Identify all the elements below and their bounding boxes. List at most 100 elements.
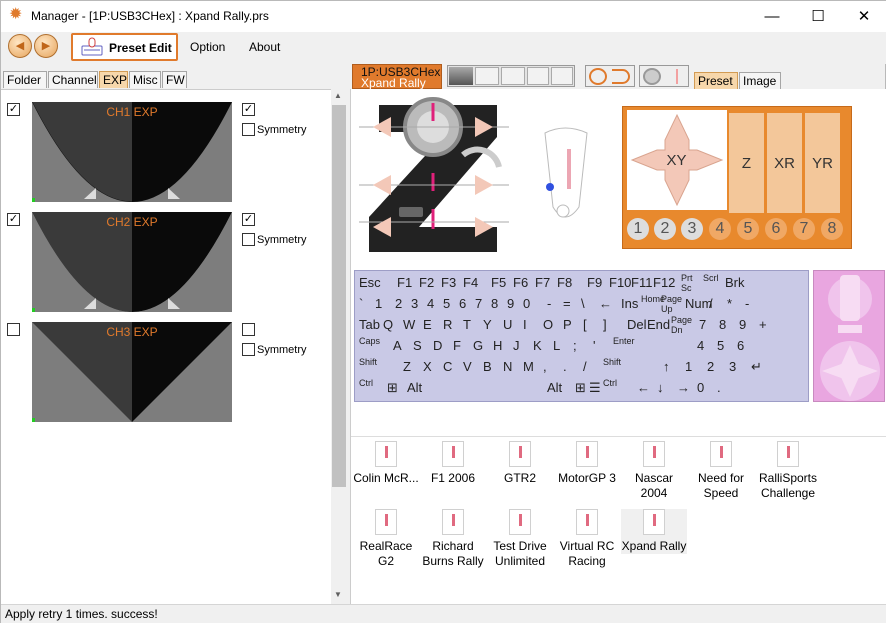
ch1-symmetry-checkbox[interactable] — [242, 123, 255, 136]
key-row5-16[interactable]: ↵ — [749, 357, 771, 377]
key-row3-4[interactable]: R — [441, 315, 461, 335]
ch2-exp-curve[interactable]: CH2 EXP — [32, 212, 232, 312]
key-row5-8[interactable]: , — [541, 357, 561, 377]
key-row6-6[interactable]: Ctrl — [601, 378, 635, 398]
key-row3-18[interactable]: 9 — [737, 315, 757, 335]
ch1-enable-checkbox[interactable]: ✓ — [7, 103, 20, 116]
key-row6-2[interactable]: Alt — [405, 378, 545, 398]
key-row4-10[interactable]: ; — [571, 336, 591, 356]
steering-wheel-graphic[interactable] — [359, 97, 509, 252]
game-preset-item[interactable]: Virtual RC Racing — [554, 509, 620, 569]
key-row6-4[interactable]: ⊞ — [573, 378, 587, 398]
key-row1-6[interactable]: F6 — [511, 273, 533, 293]
game-preset-item[interactable]: GTR2 — [487, 441, 553, 486]
key-row5-7[interactable]: M — [521, 357, 541, 377]
key-row2-2[interactable]: 2 — [393, 294, 409, 314]
redo-icon[interactable] — [612, 69, 630, 84]
yr-axis-slider[interactable]: YR — [805, 113, 840, 213]
ch3-link-checkbox[interactable] — [242, 323, 255, 336]
tab-fw[interactable]: FW — [162, 71, 187, 88]
key-row6-0[interactable]: Ctrl — [357, 378, 385, 398]
key-row4-5[interactable]: G — [471, 336, 491, 356]
key-row3-12[interactable]: ] — [601, 315, 625, 335]
xr-axis-slider[interactable]: XR — [767, 113, 802, 213]
gamepad-map[interactable] — [813, 270, 885, 402]
key-row6-10[interactable]: 0 — [695, 378, 715, 398]
cascade-view-icon[interactable] — [551, 67, 573, 85]
ch1-link-checkbox[interactable]: ✓ — [242, 103, 255, 116]
tab-misc[interactable]: Misc — [129, 71, 161, 88]
key-row3-11[interactable]: [ — [581, 315, 601, 335]
button-7[interactable]: 7 — [793, 218, 815, 240]
key-row3-1[interactable]: Q — [381, 315, 401, 335]
xy-axis-pad[interactable]: XY — [627, 110, 727, 210]
key-row2-15[interactable]: Ins — [619, 294, 639, 314]
key-row1-12[interactable]: F12 — [651, 273, 679, 293]
key-row4-14[interactable]: 5 — [715, 336, 735, 356]
key-row5-4[interactable]: V — [461, 357, 481, 377]
game-preset-item[interactable]: RealRace G2 — [353, 509, 419, 569]
check-view-icon[interactable] — [501, 67, 525, 85]
key-row2-16[interactable]: Home — [639, 294, 665, 314]
key-row6-1[interactable]: ⊞ — [385, 378, 405, 398]
key-row1-9[interactable]: F9 — [585, 273, 607, 293]
key-row2-20[interactable]: * — [725, 294, 743, 314]
key-row4-13[interactable]: 4 — [695, 336, 715, 356]
window-view-icon[interactable] — [527, 67, 549, 85]
key-row4-4[interactable]: F — [451, 336, 471, 356]
key-row5-14[interactable]: 2 — [705, 357, 727, 377]
key-row5-11[interactable]: Shift — [601, 357, 661, 377]
game-preset-item[interactable]: Richard Burns Rally — [420, 509, 486, 569]
key-row2-13[interactable]: \ — [579, 294, 597, 314]
tab-channel[interactable]: Channel — [48, 71, 98, 88]
key-row2-9[interactable]: 9 — [505, 294, 521, 314]
key-row5-13[interactable]: 1 — [683, 357, 705, 377]
key-row1-7[interactable]: F7 — [533, 273, 555, 293]
button-8[interactable]: 8 — [821, 218, 843, 240]
keyboard-map[interactable]: Esc F1 F2 F3 F4 F5 F6 F7 F8 F9 F10 F11 F12 Prt Sc Scrl… — [354, 270, 809, 402]
key-row4-0[interactable]: Caps — [357, 336, 391, 356]
key-row2-1[interactable]: 1 — [373, 294, 393, 314]
key-row5-2[interactable]: X — [421, 357, 441, 377]
key-row3-7[interactable]: U — [501, 315, 521, 335]
key-row5-15[interactable]: 3 — [727, 357, 749, 377]
tab-exp[interactable]: EXP — [99, 71, 128, 88]
key-row3-8[interactable]: I — [521, 315, 541, 335]
key-row1-2[interactable]: F2 — [417, 273, 439, 293]
key-row1-15[interactable]: Brk — [723, 273, 745, 293]
key-row6-5[interactable]: ☰ — [587, 378, 601, 398]
key-row2-11[interactable]: - — [545, 294, 561, 314]
key-row5-10[interactable]: / — [581, 357, 601, 377]
key-row2-21[interactable]: - — [743, 294, 761, 314]
key-row2-10[interactable]: 0 — [521, 294, 545, 314]
remote-controller-graphic[interactable] — [541, 127, 591, 227]
key-row2-8[interactable]: 8 — [489, 294, 505, 314]
key-row3-15[interactable]: Page Dn — [669, 315, 697, 335]
scroll-thumb[interactable] — [332, 105, 346, 487]
device-tab[interactable]: 1P:USB3CHex Xpand Rally — [352, 64, 442, 89]
menu-about[interactable]: About — [249, 40, 280, 54]
maximize-button[interactable]: ☐ — [795, 1, 841, 32]
preset-edit-button[interactable]: Preset Edit — [71, 33, 178, 61]
doc-view-icon[interactable] — [475, 67, 499, 85]
ch2-symmetry-checkbox[interactable] — [242, 233, 255, 246]
button-5[interactable]: 5 — [737, 218, 759, 240]
key-row2-18[interactable]: Num — [683, 294, 712, 314]
game-preset-item[interactable]: RalliSports Challenge — [755, 441, 821, 501]
key-row6-7[interactable]: ← — [635, 378, 655, 398]
z-axis-slider[interactable]: Z — [729, 113, 764, 213]
key-row4-8[interactable]: K — [531, 336, 551, 356]
solid-view-button[interactable] — [449, 67, 473, 85]
key-row2-3[interactable]: 3 — [409, 294, 425, 314]
key-row1-10[interactable]: F10 — [607, 273, 631, 293]
game-preset-item[interactable]: Test Drive Unlimited — [487, 509, 553, 569]
ch3-enable-checkbox[interactable] — [7, 323, 20, 336]
button-3[interactable]: 3 — [681, 218, 703, 240]
key-row6-3[interactable]: Alt — [545, 378, 573, 398]
key-row4-6[interactable]: H — [491, 336, 511, 356]
minimize-button[interactable]: — — [749, 1, 795, 32]
key-row1-5[interactable]: F5 — [489, 273, 511, 293]
left-scrollbar[interactable]: ▲ ▼ — [331, 89, 347, 604]
key-row3-10[interactable]: P — [561, 315, 581, 335]
tab-folder[interactable]: Folder — [3, 71, 47, 88]
